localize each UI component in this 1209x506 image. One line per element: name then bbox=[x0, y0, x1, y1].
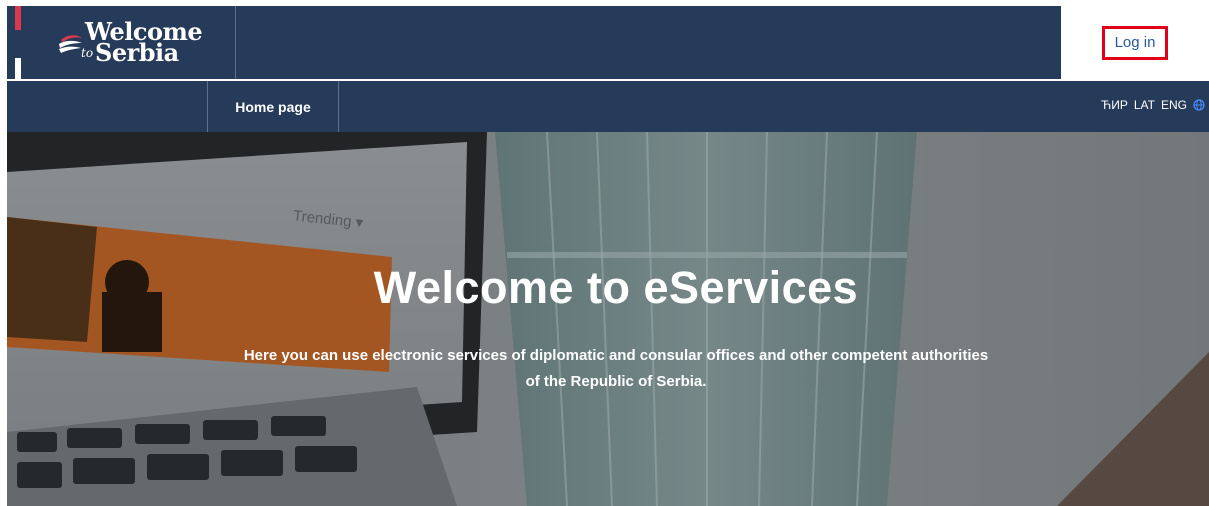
flag-stripe-red bbox=[15, 6, 21, 30]
globe-icon[interactable] bbox=[1193, 99, 1205, 111]
lang-english[interactable]: ENG bbox=[1161, 98, 1187, 112]
welcome-to-serbia-logo[interactable]: Welcome to Serbia bbox=[55, 18, 203, 68]
main-nav: Home page ЋИР LAT ENG bbox=[7, 81, 1209, 132]
login-button[interactable]: Log in bbox=[1101, 25, 1169, 60]
logo-text-serbia: Serbia bbox=[95, 38, 179, 67]
logo-area: Welcome to Serbia bbox=[7, 6, 236, 79]
nav-divider bbox=[338, 81, 339, 132]
flag-stripe-white bbox=[15, 58, 21, 79]
login-area: Log in bbox=[1061, 6, 1209, 79]
hero-banner: Trending ▾ Welcome to eServices Here you… bbox=[7, 132, 1209, 506]
lang-cyrillic[interactable]: ЋИР bbox=[1101, 98, 1128, 112]
hero-overlay bbox=[7, 132, 1209, 506]
hero-title: Welcome to eServices bbox=[373, 262, 859, 313]
hero-subtitle: Here you can use electronic services of … bbox=[243, 347, 989, 390]
logo-mark-icon bbox=[59, 35, 82, 53]
language-switcher: ЋИР LAT ENG bbox=[1101, 98, 1205, 112]
lang-latin[interactable]: LAT bbox=[1134, 98, 1155, 112]
top-header: Welcome to Serbia Log in bbox=[7, 6, 1209, 79]
page: Welcome to Serbia Log in Home page ЋИР L… bbox=[0, 0, 1209, 506]
logo-text-to: to bbox=[81, 46, 94, 60]
header-spacer bbox=[236, 6, 1061, 79]
nav-home-page[interactable]: Home page bbox=[208, 81, 338, 132]
